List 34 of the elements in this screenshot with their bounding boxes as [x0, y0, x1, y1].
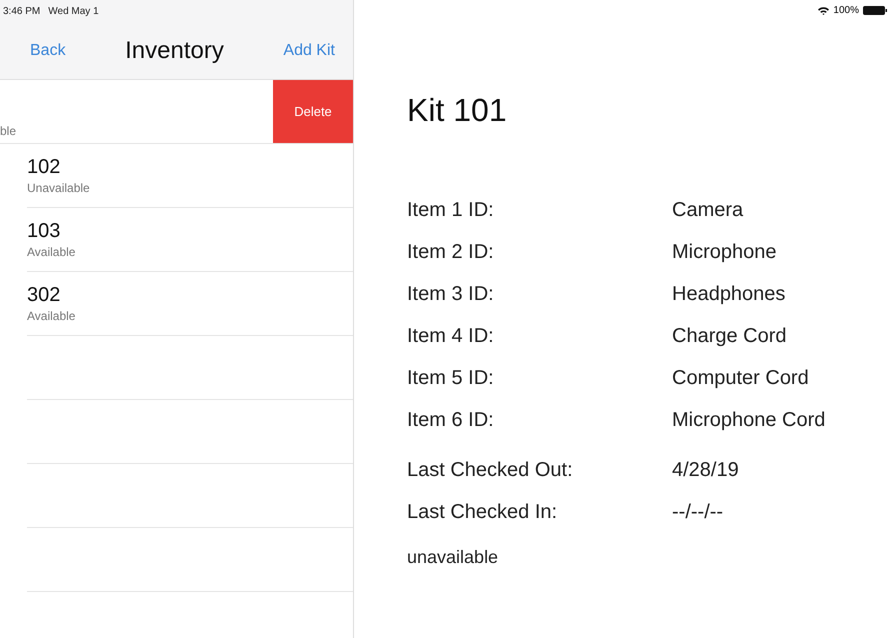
- delete-button[interactable]: Delete: [273, 80, 353, 143]
- item-value: Microphone: [672, 240, 778, 264]
- date-value: 4/28/19: [672, 458, 740, 482]
- status-time: 3:46 PM: [3, 6, 40, 16]
- item-label: Item 1 ID:: [407, 198, 495, 222]
- item-value: Computer Cord: [672, 366, 810, 390]
- item-label: Item 6 ID:: [407, 408, 495, 432]
- kit-status: Available: [27, 309, 76, 323]
- item-label: Item 4 ID:: [407, 324, 495, 348]
- date-value: --/--/--: [672, 500, 724, 524]
- nav-title: Inventory: [125, 36, 224, 64]
- kit-number: 302: [27, 284, 62, 307]
- item-value: Camera: [672, 198, 744, 222]
- kit-title: Kit 101: [407, 92, 508, 129]
- add-kit-button[interactable]: Add Kit: [283, 42, 335, 60]
- availability-text: unavailable: [407, 547, 498, 567]
- status-date: Wed May 1: [48, 6, 99, 16]
- battery-level: 100%: [833, 5, 859, 16]
- item-label: Item 2 ID:: [407, 240, 495, 264]
- kit-number: 103: [27, 220, 62, 243]
- item-value: Headphones: [672, 282, 786, 306]
- back-button[interactable]: Back: [30, 42, 66, 60]
- kit-status: ble: [0, 124, 18, 138]
- battery-icon: [863, 6, 887, 15]
- kit-number: 102: [27, 156, 62, 179]
- date-label: Last Checked In:: [407, 500, 558, 524]
- item-label: Item 5 ID:: [407, 366, 495, 390]
- item-value: Charge Cord: [672, 324, 788, 348]
- date-label: Last Checked Out:: [407, 458, 574, 482]
- kit-status: Unavailable: [27, 181, 91, 195]
- item-value: Microphone Cord: [672, 408, 826, 432]
- wifi-icon: [818, 6, 830, 14]
- item-label: Item 3 ID:: [407, 282, 495, 306]
- kit-status: Available: [27, 245, 76, 259]
